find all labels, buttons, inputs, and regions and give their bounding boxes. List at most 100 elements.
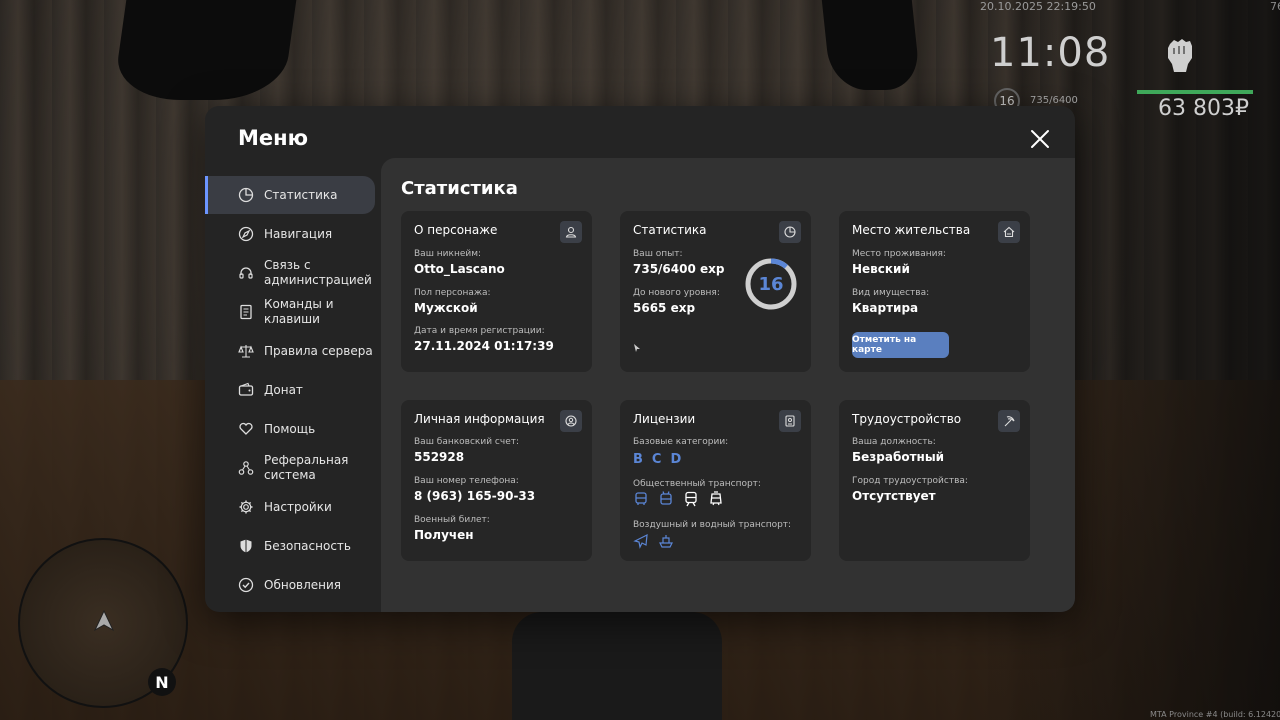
card-title: Трудоустройство [852, 412, 962, 426]
license-categories: B C D [633, 452, 681, 467]
menu-title: Меню [238, 126, 309, 150]
ceiling-lamp [112, 0, 298, 100]
gear-icon [239, 500, 253, 514]
personal-info-card: Личная информация Ваш банковский счет: 5… [401, 400, 592, 561]
sidebar-item-statistics[interactable]: Статистика [205, 176, 375, 214]
north-indicator: N [148, 668, 176, 696]
base-categories-label: Базовые категории: [633, 437, 729, 447]
exp-label: Ваш опыт: [633, 249, 683, 259]
licenses-card: Лицензии Базовые категории: B C D Общест… [620, 400, 811, 561]
public-transport-icons [633, 491, 724, 507]
card-title: Личная информация [414, 412, 545, 426]
network-icon [238, 461, 254, 475]
airplane-icon [633, 533, 648, 549]
sidebar-item-label: Правила сервера [264, 343, 373, 358]
sidebar-item-navigation[interactable]: Навигация [205, 215, 375, 253]
employment-card: Трудоустройство Ваша должность: Безработ… [839, 400, 1030, 561]
card-title: Статистика [633, 223, 707, 237]
pickaxe-icon [1004, 416, 1015, 427]
sidebar-item-contact-admin[interactable]: Связь с администрацией [205, 254, 375, 292]
mark-on-map-button[interactable]: Отметить на карте [852, 332, 949, 358]
close-icon[interactable] [1029, 128, 1051, 150]
next-level-value: 5665 exp [633, 301, 696, 315]
nickname-value: Otto_Lascano [414, 262, 505, 276]
pickaxe-icon-button [998, 410, 1020, 432]
compass-icon [238, 226, 254, 242]
sidebar-item-label: Команды и клавиши [264, 297, 334, 326]
job-city-value: Отсутствует [852, 489, 936, 503]
heart-hand-icon [239, 422, 253, 435]
clock-icon-button [779, 221, 801, 243]
sidebar-item-label: Навигация [264, 226, 333, 241]
sidebar-item-updates[interactable]: Обновления [205, 566, 375, 604]
hud-datetime: 20.10.2025 22:19:50 [980, 0, 1096, 13]
position-value: Безработный [852, 450, 945, 464]
ceiling-lamp [820, 0, 922, 90]
next-level-label: До нового уровня: [633, 288, 720, 298]
build-info: MTA Province #4 (build: 6.12420.5 [1150, 710, 1280, 719]
hud-edge-number: 76 [1270, 0, 1280, 13]
gender-value: Мужской [414, 301, 478, 315]
sidebar-item-label: Связь с администрацией [264, 258, 372, 287]
level-value: 16 [758, 273, 784, 295]
headset-icon [239, 267, 253, 279]
sidebar-item-rules[interactable]: Правила сервера [205, 332, 375, 370]
sidebar-item-referral[interactable]: Реферальная система [205, 449, 375, 487]
license-category-b: B [633, 452, 643, 467]
id-card-icon [785, 415, 795, 427]
property-label: Вид имущества: [852, 288, 930, 298]
public-transport-label: Общественный транспорт: [633, 479, 761, 489]
hud-clock: 11:08 [990, 30, 1111, 76]
sidebar-item-label: Донат [264, 382, 303, 397]
sidebar-item-label: Помощь [264, 421, 316, 436]
position-label: Ваша должность: [852, 437, 936, 447]
sidebar-item-commands[interactable]: Команды и клавиши [205, 293, 375, 331]
shield-icon [240, 539, 252, 553]
sidebar-item-label: Настройки [264, 499, 332, 514]
registration-label: Дата и время регистрации: [414, 326, 545, 336]
sidebar-item-help[interactable]: Помощь [205, 410, 375, 448]
place-label: Место проживания: [852, 249, 946, 259]
pie-chart-icon [784, 226, 796, 238]
train-icon [685, 491, 697, 507]
boat-icon [659, 535, 673, 548]
bank-label: Ваш банковский счет: [414, 437, 520, 447]
sidebar-item-label: Статистика [264, 187, 338, 202]
sidebar-item-label: Безопасность [264, 538, 351, 553]
sidebar-item-settings[interactable]: Настройки [205, 488, 375, 526]
air-water-transport-icons [633, 533, 674, 549]
sidebar-item-security[interactable]: Безопасность [205, 527, 375, 565]
bus-icon [635, 492, 647, 505]
registration-value: 27.11.2024 01:17:39 [414, 339, 554, 353]
sidebar-item-label: Реферальная система [264, 453, 349, 482]
residence-card: Место жительства Место проживания: Невск… [839, 211, 1030, 372]
home-icon-button [998, 221, 1020, 243]
phone-value: 8 (963) 165-90-33 [414, 489, 536, 503]
hud-money: 63 803₽ [1158, 96, 1249, 121]
menu-window: Меню Статистика Навигация Связь с админи… [205, 106, 1075, 612]
nickname-label: Ваш никнейм: [414, 249, 482, 259]
player-character [512, 612, 722, 720]
player-arrow-icon [94, 610, 114, 632]
place-value: Невский [852, 262, 910, 276]
wallet-icon [238, 382, 254, 396]
stats-card: Статистика Ваш опыт: 735/6400 exp До нов… [620, 211, 811, 372]
license-category-d: D [670, 452, 682, 467]
card-title: Лицензии [633, 412, 696, 426]
health-bar [1137, 90, 1253, 94]
user-icon [565, 226, 577, 238]
mouse-cursor-icon [634, 344, 640, 352]
check-circle-icon [238, 577, 254, 593]
trolleybus-icon [660, 491, 672, 505]
statistics-panel: Статистика О персонаже Ваш никнейм: Otto… [381, 158, 1075, 612]
id-card-icon-button [779, 410, 801, 432]
sidebar-item-donate[interactable]: Донат [205, 371, 375, 409]
user-icon-button [560, 221, 582, 243]
user-circle-icon [565, 415, 577, 427]
character-card: О персонаже Ваш никнейм: Otto_Lascano По… [401, 211, 592, 372]
military-value: Получен [414, 528, 474, 542]
page-title: Статистика [401, 178, 518, 199]
hud-exp: 735/6400 [1030, 95, 1078, 106]
tram-icon [710, 491, 722, 506]
exp-value: 735/6400 exp [633, 262, 725, 276]
